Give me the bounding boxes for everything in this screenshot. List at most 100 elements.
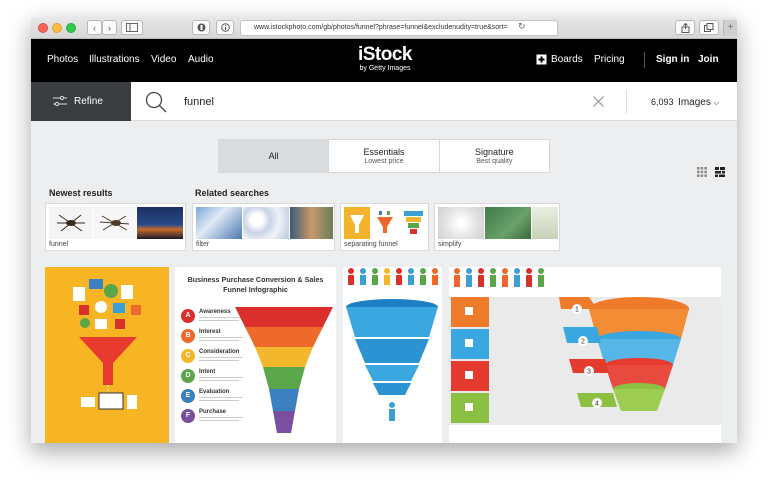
step-number-label: 2: [581, 339, 585, 346]
tabs-overview-button[interactable]: [699, 20, 719, 35]
infographic-title-line2: Funnel Infographic: [223, 285, 288, 294]
url-text: www.istockphoto.com/gb/photos/funnel?phr…: [254, 24, 508, 31]
tab-signature-subtitle: Best quality: [476, 158, 513, 165]
stage-text-line: [199, 420, 239, 421]
newest-results-card[interactable]: funnel: [45, 203, 186, 251]
privacy-button[interactable]: [192, 20, 210, 35]
spider-thumbnail-1: [49, 207, 92, 239]
result-image-3d-funnel[interactable]: 1 2 3 4: [449, 267, 721, 443]
share-icon: [681, 22, 689, 33]
nav-link-illustrations[interactable]: Illustrations: [89, 54, 140, 65]
funnel-icon: [377, 211, 393, 233]
nav-pricing-link[interactable]: Pricing: [594, 54, 625, 65]
card-label: filter: [196, 241, 210, 248]
infographic-title-line1: Business Purchase Conversion & Sales: [187, 275, 324, 284]
funnel-layers-icon: [404, 211, 423, 234]
card-label: simplify: [438, 241, 462, 248]
address-bar[interactable]: www.istockphoto.com/gb/photos/funnel?phr…: [240, 20, 558, 36]
nav-boards-link[interactable]: Boards: [551, 54, 583, 65]
separating-thumbnail-2: [371, 207, 399, 239]
newest-results-heading: Newest results: [49, 188, 113, 198]
stage-text-line: [199, 320, 239, 321]
shield-icon: [197, 23, 205, 32]
separating-thumbnail-3: [400, 207, 427, 239]
stage-name: Purchase: [199, 409, 227, 415]
plus-icon: +: [727, 22, 734, 33]
sidebar-icon: [126, 23, 138, 32]
step-number-label: 1: [575, 307, 579, 314]
nav-sign-in-link[interactable]: Sign in: [656, 54, 689, 65]
stage-letter-badge: D: [181, 369, 195, 383]
media-type-dropdown[interactable]: 6,093 Images ⌵: [651, 97, 719, 108]
share-button[interactable]: [675, 20, 695, 35]
reload-icon[interactable]: ↻: [518, 21, 526, 32]
simplify-thumbnail-1: [438, 207, 484, 239]
browser-titlebar: ‹ › www.istockphoto.com/gb/photos/funnel…: [31, 17, 737, 39]
zoom-window-button[interactable]: [66, 23, 76, 33]
stage-letter-badge: C: [181, 349, 195, 363]
nav-link-video[interactable]: Video: [151, 54, 176, 65]
nav-join-link[interactable]: Join: [698, 54, 719, 65]
stage-text-line: [199, 340, 239, 341]
close-window-button[interactable]: [38, 23, 48, 33]
sidebar-button[interactable]: [121, 20, 143, 35]
stage-text-line: [199, 380, 239, 381]
stage-text-line: [199, 400, 239, 401]
tab-all-label: All: [268, 151, 279, 161]
tab-signature-label: Signature: [475, 147, 514, 157]
stage-name: Intent: [199, 369, 216, 375]
refine-label: Refine: [74, 96, 103, 107]
stage-letter-badge: A: [181, 309, 195, 323]
tab-essentials[interactable]: Essentials Lowest price: [329, 140, 440, 172]
boards-icon[interactable]: [536, 53, 547, 65]
result-image-blue-funnel[interactable]: [343, 267, 442, 443]
chevron-down-icon: ⌵: [713, 98, 720, 107]
result-image-infographic[interactable]: Business Purchase Conversion & Sales Fun…: [175, 267, 336, 443]
refine-button[interactable]: Refine: [31, 82, 131, 121]
card-label: funnel: [49, 241, 69, 248]
info-icon: [220, 23, 230, 32]
browser-window: ‹ › www.istockphoto.com/gb/photos/funnel…: [31, 17, 737, 443]
stage-text-line: [199, 360, 239, 361]
back-button[interactable]: ‹: [87, 20, 102, 35]
stage-name: Consideration: [199, 349, 240, 355]
stage-letter-badge: F: [181, 409, 195, 423]
related-search-filter[interactable]: filter: [192, 203, 335, 251]
istock-logo[interactable]: iStock by Getty Images: [353, 45, 417, 73]
related-search-separating-funnel[interactable]: separating funnel: [340, 203, 429, 251]
view-toggle: [696, 163, 725, 181]
spider-image: [57, 214, 85, 232]
result-image-funnel-icons[interactable]: [45, 267, 169, 443]
funnel-graphic: [235, 307, 333, 433]
related-search-simplify[interactable]: simplify: [434, 203, 560, 251]
simplify-thumbnail-2: [485, 207, 531, 239]
minimize-window-button[interactable]: [52, 23, 62, 33]
stage-name: Interest: [199, 329, 221, 335]
clear-search-icon[interactable]: [593, 96, 604, 107]
nav-link-audio[interactable]: Audio: [188, 54, 214, 65]
nav-link-photos[interactable]: Photos: [47, 54, 78, 65]
funnel-icon: [350, 215, 364, 233]
forward-button[interactable]: ›: [102, 20, 117, 35]
grid-view-icon[interactable]: [696, 166, 707, 177]
tab-signature[interactable]: Signature Best quality: [440, 140, 549, 172]
step-number-label: 3: [587, 369, 591, 376]
new-tab-button[interactable]: +: [723, 20, 737, 36]
logo-main-text: iStock: [357, 44, 413, 65]
chevron-left-icon: ‹: [93, 22, 96, 33]
search-icon[interactable]: [145, 91, 167, 113]
license-tabs: All Essentials Lowest price Signature Be…: [218, 139, 550, 173]
simplify-thumbnail-3: [532, 207, 558, 239]
filter-thumbnail-3: [290, 207, 333, 239]
filter-thumbnail-1: [196, 207, 242, 239]
mosaic-view-icon[interactable]: [715, 166, 725, 177]
step-number-label: 4: [595, 401, 599, 408]
nav-divider: [644, 52, 645, 68]
info-button[interactable]: [216, 20, 234, 35]
filter-sliders-icon: [53, 96, 67, 106]
funnel-illustration: [73, 279, 141, 410]
stage-letter-badge: B: [181, 329, 195, 343]
search-input[interactable]: funnel: [184, 96, 214, 108]
tab-all[interactable]: All: [219, 140, 330, 172]
media-type-label: Images: [678, 97, 711, 108]
